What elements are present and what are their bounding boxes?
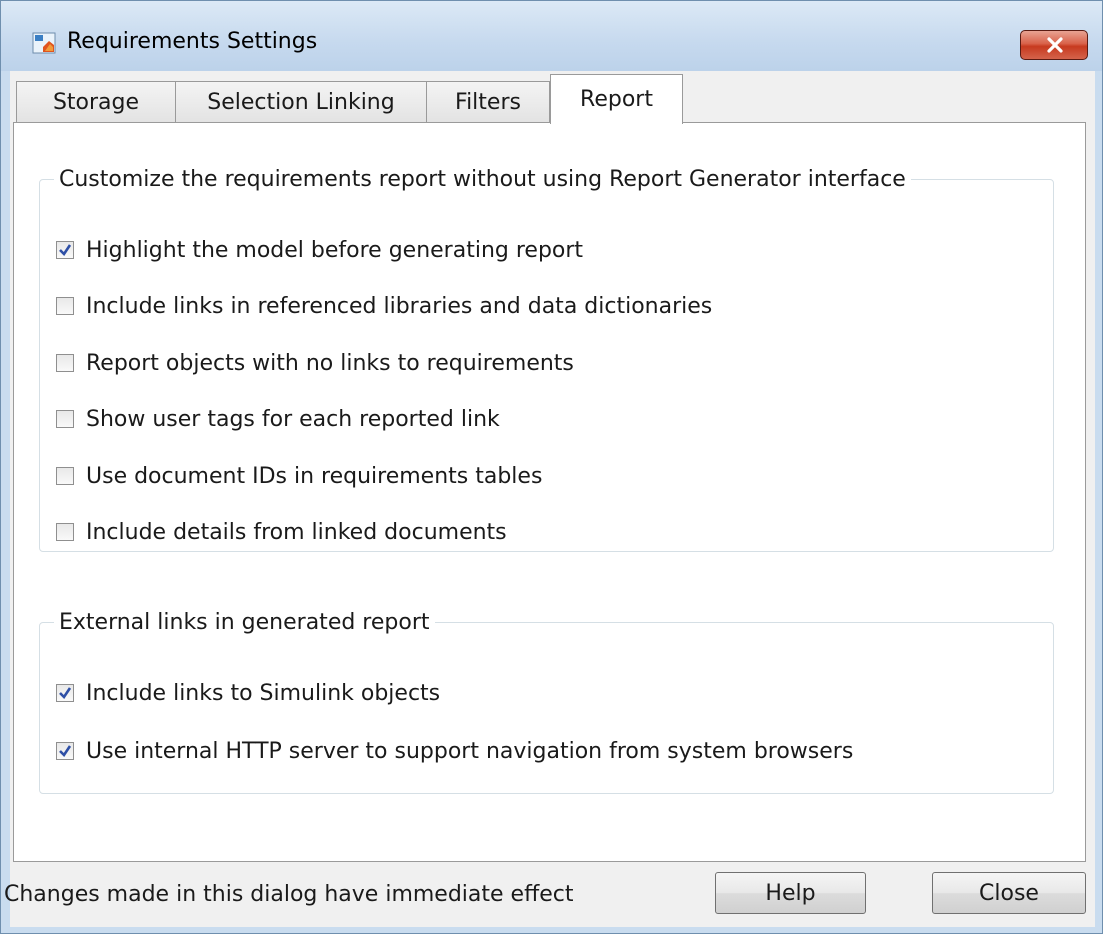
requirements-settings-dialog: Requirements Settings Storage Selection … xyxy=(0,0,1103,934)
checkbox-unchecked[interactable] xyxy=(56,410,74,428)
option-label: Report objects with no links to requirem… xyxy=(86,350,574,376)
option-label: Include links to Simulink objects xyxy=(86,680,441,706)
close-button[interactable]: Close xyxy=(932,872,1086,914)
checkbox-unchecked[interactable] xyxy=(56,354,74,372)
option-label: Use document IDs in requirements tables xyxy=(86,463,543,489)
option-label: Use internal HTTP server to support navi… xyxy=(86,738,854,764)
option-label: Show user tags for each reported link xyxy=(86,406,500,432)
option-include-referenced-libraries[interactable]: Include links in referenced libraries an… xyxy=(56,290,712,322)
option-report-objects-no-links[interactable]: Report objects with no links to requirem… xyxy=(56,347,574,379)
checkbox-checked[interactable] xyxy=(56,241,74,259)
external-links-group: External links in generated report Inclu… xyxy=(39,610,1054,794)
window-title: Requirements Settings xyxy=(67,29,318,54)
group-legend: Customize the requirements report withou… xyxy=(59,167,906,192)
tab-selection-linking[interactable]: Selection Linking xyxy=(175,81,427,122)
report-tab-panel: Customize the requirements report withou… xyxy=(13,122,1086,862)
option-label: Highlight the model before generating re… xyxy=(86,237,584,263)
title-bar[interactable]: Requirements Settings xyxy=(1,1,1102,71)
group-legend: External links in generated report xyxy=(59,610,430,635)
checkbox-unchecked[interactable] xyxy=(56,467,74,485)
help-button[interactable]: Help xyxy=(715,872,866,914)
checkmark-icon xyxy=(59,244,72,257)
option-include-simulink-links[interactable]: Include links to Simulink objects xyxy=(56,677,440,709)
window-close-button[interactable] xyxy=(1020,30,1088,60)
tab-report[interactable]: Report xyxy=(550,74,683,124)
checkmark-icon xyxy=(59,745,72,758)
checkbox-unchecked[interactable] xyxy=(56,297,74,315)
option-include-linked-details[interactable]: Include details from linked documents xyxy=(56,516,507,548)
option-use-document-ids[interactable]: Use document IDs in requirements tables xyxy=(56,460,542,492)
report-customization-group: Customize the requirements report withou… xyxy=(39,167,1054,552)
tab-storage[interactable]: Storage xyxy=(16,81,176,122)
checkmark-icon xyxy=(59,687,72,700)
tab-strip: Storage Selection Linking Filters Report xyxy=(10,71,1095,124)
tab-filters[interactable]: Filters xyxy=(426,81,550,122)
close-x-icon xyxy=(1047,37,1063,53)
option-label: Include details from linked documents xyxy=(86,519,507,545)
option-highlight-model[interactable]: Highlight the model before generating re… xyxy=(56,234,583,266)
checkbox-unchecked[interactable] xyxy=(56,523,74,541)
status-message: Changes made in this dialog have immedia… xyxy=(4,882,574,907)
checkbox-checked[interactable] xyxy=(56,684,74,702)
option-label: Include links in referenced libraries an… xyxy=(86,293,713,319)
checkbox-checked[interactable] xyxy=(56,742,74,760)
dialog-client-area: Storage Selection Linking Filters Report… xyxy=(4,71,1095,927)
option-internal-http-server[interactable]: Use internal HTTP server to support navi… xyxy=(56,735,853,767)
simulink-requirements-icon xyxy=(32,31,58,55)
option-show-user-tags[interactable]: Show user tags for each reported link xyxy=(56,403,500,435)
